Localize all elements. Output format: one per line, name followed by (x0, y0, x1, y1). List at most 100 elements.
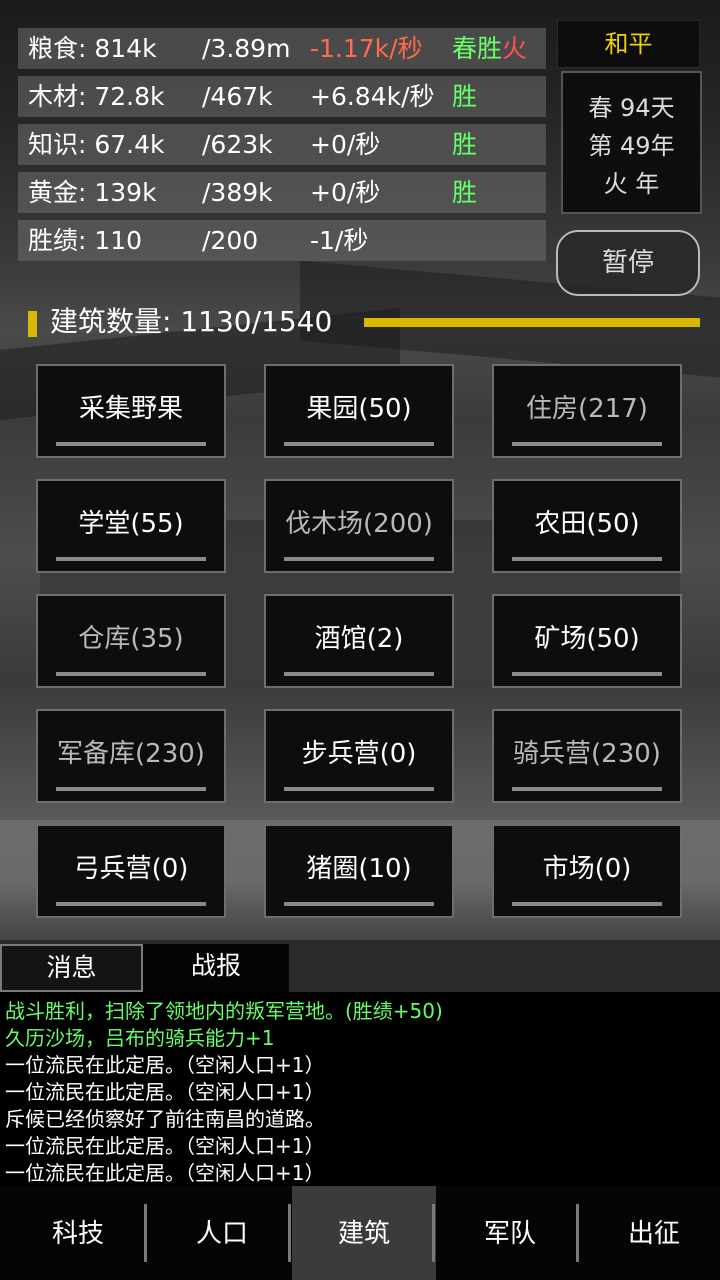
log-line: 一位流民在此定居。（空闲人口+1） (5, 1161, 325, 1185)
nav-buildings[interactable]: 建筑 (292, 1186, 436, 1280)
resource-tag: 春胜火 (452, 28, 527, 69)
building-underline (56, 672, 206, 676)
log-line: 战斗胜利，扫除了领地内的叛军营地。(胜绩+50) (5, 999, 443, 1023)
building-label: 市场(0) (542, 854, 632, 884)
header-divider (364, 318, 700, 327)
building-button[interactable]: 猪圈(10) (264, 824, 454, 918)
resource-name: 胜绩: 110 (28, 226, 143, 255)
resource-panel: 粮食: 814k /3.89m -1.17k/秒 春胜火 木材: 72.8k /… (18, 28, 546, 268)
log-line: 一位流民在此定居。（空闲人口+1） (5, 1053, 325, 1077)
building-button[interactable]: 军备库(230) (36, 709, 226, 803)
building-label: 酒馆(2) (314, 624, 404, 654)
resource-name: 黄金: 139k (28, 178, 157, 207)
building-button[interactable]: 农田(50) (492, 479, 682, 573)
building-label: 猪圈(10) (306, 854, 412, 884)
building-underline (512, 442, 662, 446)
resource-row-victory: 胜绩: 110 /200 -1/秒 (18, 220, 546, 261)
log-line: 久历沙场，吕布的骑兵能力+1 (5, 1026, 275, 1050)
nav-separator (288, 1204, 291, 1262)
nav-expedition[interactable]: 出征 (582, 1186, 720, 1280)
building-button[interactable]: 仓库(35) (36, 594, 226, 688)
building-button[interactable]: 矿场(50) (492, 594, 682, 688)
pause-button[interactable]: 暂停 (556, 230, 700, 296)
building-underline (284, 672, 434, 676)
nav-population[interactable]: 人口 (150, 1186, 294, 1280)
resource-tag: 胜 (452, 178, 478, 207)
building-underline (512, 787, 662, 791)
resource-tag: 胜 (452, 82, 478, 111)
building-underline (56, 557, 206, 561)
tab-messages[interactable]: 消息 (0, 944, 143, 992)
building-label: 骑兵营(230) (513, 739, 661, 769)
log-line: 一位流民在此定居。（空闲人口+1） (5, 1080, 325, 1104)
header-marker (28, 311, 37, 337)
resource-row-knowledge: 知识: 67.4k /623k +0/秒 胜 (18, 124, 546, 165)
resource-rate: +6.84k/秒 (310, 82, 435, 111)
resource-rate: -1.17k/秒 (310, 34, 423, 63)
resource-cap: /3.89m (202, 34, 291, 63)
building-button[interactable]: 住房(217) (492, 364, 682, 458)
building-underline (56, 902, 206, 906)
building-underline (512, 902, 662, 906)
resource-tag: 胜 (452, 130, 478, 159)
building-count-header: 建筑数量: 1130/1540 (28, 304, 708, 340)
date-panel: 春 94天 第 49年 火 年 (561, 71, 702, 214)
building-underline (284, 902, 434, 906)
building-button[interactable]: 骑兵营(230) (492, 709, 682, 803)
resource-cap: /467k (202, 82, 273, 111)
resource-cap: /389k (202, 178, 273, 207)
message-tabs: 消息 战报 (0, 944, 720, 992)
building-underline (284, 787, 434, 791)
building-label: 农田(50) (534, 509, 640, 539)
building-button[interactable]: 学堂(55) (36, 479, 226, 573)
nav-separator (144, 1204, 147, 1262)
message-log[interactable]: 战斗胜利，扫除了领地内的叛军营地。(胜绩+50) 久历沙场，吕布的骑兵能力+1 … (0, 992, 720, 1186)
resource-rate: +0/秒 (310, 178, 381, 207)
building-count-label: 建筑数量: 1130/1540 (50, 305, 333, 338)
resource-row-food: 粮食: 814k /3.89m -1.17k/秒 春胜火 (18, 28, 546, 69)
building-grid: 采集野果 果园(50) 住房(217) 学堂(55) 伐木场(200) 农田(5… (36, 364, 684, 920)
building-button[interactable]: 弓兵营(0) (36, 824, 226, 918)
building-label: 采集野果 (78, 394, 183, 424)
building-underline (512, 557, 662, 561)
resource-cap: /200 (202, 226, 259, 255)
peace-status: 和平 (557, 20, 700, 68)
building-underline (512, 672, 662, 676)
building-button[interactable]: 采集野果 (36, 364, 226, 458)
building-underline (56, 787, 206, 791)
resource-row-gold: 黄金: 139k /389k +0/秒 胜 (18, 172, 546, 213)
resource-name: 知识: 67.4k (28, 130, 165, 159)
building-button[interactable]: 酒馆(2) (264, 594, 454, 688)
building-button[interactable]: 伐木场(200) (264, 479, 454, 573)
nav-separator (432, 1204, 435, 1262)
tab-battle-report[interactable]: 战报 (143, 944, 289, 992)
season-day: 春 94天 (588, 94, 675, 122)
nav-army[interactable]: 军队 (438, 1186, 582, 1280)
building-underline (56, 442, 206, 446)
building-label: 住房(217) (526, 394, 648, 424)
building-button[interactable]: 果园(50) (264, 364, 454, 458)
building-label: 步兵营(0) (301, 739, 417, 769)
building-label: 伐木场(200) (285, 509, 433, 539)
year-number: 第 49年 (588, 132, 675, 160)
building-label: 果园(50) (306, 394, 412, 424)
resource-tag-main: 春胜 (452, 34, 503, 63)
nav-separator (576, 1204, 579, 1262)
log-line: 一位流民在此定居。（空闲人口+1） (5, 1134, 325, 1158)
building-label: 仓库(35) (78, 624, 184, 654)
resource-name: 粮食: 814k (28, 34, 157, 63)
building-label: 矿场(50) (534, 624, 640, 654)
resource-cap: /623k (202, 130, 273, 159)
building-underline (284, 557, 434, 561)
resource-row-wood: 木材: 72.8k /467k +6.84k/秒 胜 (18, 76, 546, 117)
building-label: 学堂(55) (78, 509, 184, 539)
year-element: 火 年 (603, 170, 660, 198)
building-button[interactable]: 市场(0) (492, 824, 682, 918)
building-button[interactable]: 步兵营(0) (264, 709, 454, 803)
resource-name: 木材: 72.8k (28, 82, 165, 111)
building-label: 军备库(230) (57, 739, 205, 769)
bottom-nav: 科技 人口 建筑 军队 出征 (0, 1186, 720, 1280)
building-underline (284, 442, 434, 446)
building-label: 弓兵营(0) (73, 854, 189, 884)
nav-tech[interactable]: 科技 (6, 1186, 150, 1280)
